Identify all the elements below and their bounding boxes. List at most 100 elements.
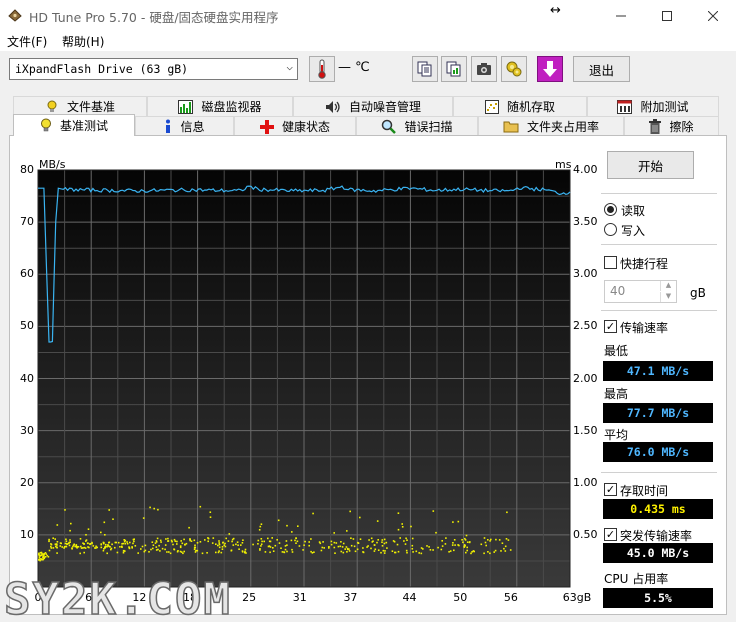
y-left-tick-label: 80: [20, 163, 34, 176]
maximize-button[interactable]: [644, 0, 690, 31]
camera-button[interactable]: [471, 56, 497, 82]
tab-file-benchmark[interactable]: 文件基准: [13, 96, 147, 116]
tab-random-access[interactable]: 随机存取: [453, 96, 587, 116]
x-tick-label: 31: [292, 591, 307, 604]
tab-label: 基准测试: [59, 119, 108, 133]
menu-bar: 文件(F) 帮助(H): [0, 31, 736, 51]
minimize-icon: [616, 15, 626, 16]
tab-label: 随机存取: [506, 100, 555, 114]
transfer-rate-checkbox[interactable]: ✓: [604, 320, 617, 333]
copy-info-button[interactable]: [412, 56, 438, 82]
access-time-label: 存取时间: [620, 484, 669, 498]
x-tick-label: 63gB: [562, 591, 592, 604]
y-right-tick-label: 0.50: [573, 527, 598, 541]
read-radio[interactable]: [604, 203, 617, 216]
copy-icon: [417, 61, 432, 77]
y-left-tick-label: 30: [20, 423, 34, 437]
min-readout: 47.1 MB/s: [603, 361, 713, 381]
y-left-tick-label: 60: [20, 267, 34, 281]
menu-help[interactable]: 帮助(H): [62, 33, 104, 50]
y-left-axis-unit: MB/s: [39, 158, 66, 171]
health-cross-icon: [259, 119, 274, 134]
drive-select-value: iXpandFlash Drive (63 gB): [15, 62, 189, 76]
short-stroke-value: 40: [610, 284, 626, 298]
folder-icon: [503, 120, 519, 133]
short-stroke-label: 快捷行程: [620, 257, 669, 271]
title-bar: HD Tune Pro 5.70 - 硬盘/固态硬盘实用程序 ↔: [0, 0, 736, 31]
wrench-options-icon: [506, 61, 522, 77]
separator: [601, 472, 717, 473]
x-tick-label: 25: [242, 591, 257, 604]
copy-graph-icon: [446, 61, 461, 77]
disk-monitor-icon: [178, 99, 194, 114]
magnifier-icon: [381, 119, 397, 134]
y-right-tick-label: 4.00: [573, 163, 598, 176]
close-icon: [708, 10, 718, 21]
tab-info[interactable]: 信息: [135, 116, 234, 136]
camera-icon: [477, 63, 491, 75]
tab-health[interactable]: 健康状态: [234, 116, 356, 136]
stepper-down-icon[interactable]: ▼: [660, 292, 676, 302]
access-time-readout: 0.435 ms: [603, 499, 713, 519]
avg-readout: 76.0 MB/s: [603, 442, 713, 462]
min-label: 最低: [604, 344, 629, 358]
short-stroke-stepper[interactable]: 40 ▲ ▼: [604, 280, 677, 303]
burst-rate-label: 突发传输速率: [620, 529, 693, 543]
access-time-checkbox[interactable]: ✓: [604, 483, 617, 496]
y-left-tick-label: 50: [20, 319, 34, 333]
tab-error-scan[interactable]: 错误扫描: [356, 116, 478, 136]
x-tick-label: 44: [402, 591, 417, 604]
burst-rate-checkbox[interactable]: ✓: [604, 528, 617, 541]
y-left-tick-label: 20: [20, 475, 34, 489]
menu-file[interactable]: 文件(F): [7, 33, 47, 50]
y-right-tick-label: 1.00: [573, 475, 598, 489]
lightbulb-icon: [40, 118, 52, 133]
file-benchmark-icon: [45, 100, 59, 114]
extra-tests-icon: [617, 99, 633, 114]
short-stroke-checkbox[interactable]: [604, 256, 617, 269]
save-download-button[interactable]: [537, 56, 563, 82]
separator: [601, 244, 717, 245]
separator: [601, 310, 717, 311]
tab-erase[interactable]: 擦除: [624, 116, 719, 136]
y-left-tick-label: 70: [20, 215, 34, 229]
tab-extra-tests[interactable]: 附加测试: [587, 96, 719, 116]
tab-label: 信息: [180, 120, 205, 134]
toolbar: iXpandFlash Drive (63 gB) ⌵ — ℃ 退出: [0, 51, 736, 91]
random-access-icon: [484, 99, 499, 114]
burst-rate-readout: 45.0 MB/s: [603, 543, 713, 563]
close-button[interactable]: [690, 0, 736, 31]
tab-disk-monitor[interactable]: 磁盘监视器: [147, 96, 293, 116]
trash-icon: [649, 119, 662, 134]
y-right-tick-label: 3.00: [573, 267, 598, 281]
tab-folder-usage[interactable]: 文件夹占用率: [478, 116, 624, 136]
max-label: 最高: [604, 387, 629, 401]
transfer-rate-label: 传输速率: [620, 321, 669, 335]
start-button[interactable]: 开始: [607, 151, 694, 179]
hd-tune-app-icon: [8, 9, 22, 22]
options-button[interactable]: [501, 56, 527, 82]
x-tick-label: 37: [343, 591, 358, 604]
thermometer-button[interactable]: [309, 56, 335, 82]
y-right-tick-label: 3.50: [573, 215, 598, 229]
separator: [601, 193, 717, 194]
tab-label: 磁盘监视器: [201, 100, 262, 114]
tab-benchmark[interactable]: 基准测试: [13, 114, 135, 136]
minimize-button[interactable]: [598, 0, 644, 31]
maximize-icon: [662, 10, 672, 21]
down-arrow-icon: [543, 61, 557, 77]
y-right-tick-label: 2.50: [573, 319, 598, 333]
stepper-up-icon[interactable]: ▲: [660, 281, 676, 291]
avg-label: 平均: [604, 428, 629, 442]
tab-label: 擦除: [669, 120, 694, 134]
write-radio[interactable]: [604, 223, 617, 236]
cpu-usage-readout: 5.5%: [603, 588, 713, 608]
exit-button[interactable]: 退出: [573, 56, 630, 82]
copy-screenshot-button[interactable]: [441, 56, 467, 82]
y-right-tick-label: 2.00: [573, 371, 598, 385]
tab-label: 健康状态: [281, 120, 330, 134]
drive-select[interactable]: iXpandFlash Drive (63 gB) ⌵: [9, 58, 298, 80]
tab-label: 自动噪音管理: [348, 100, 421, 114]
window-title: HD Tune Pro 5.70 - 硬盘/固态硬盘实用程序: [29, 10, 279, 25]
tab-noise-management[interactable]: 自动噪音管理: [293, 96, 453, 116]
